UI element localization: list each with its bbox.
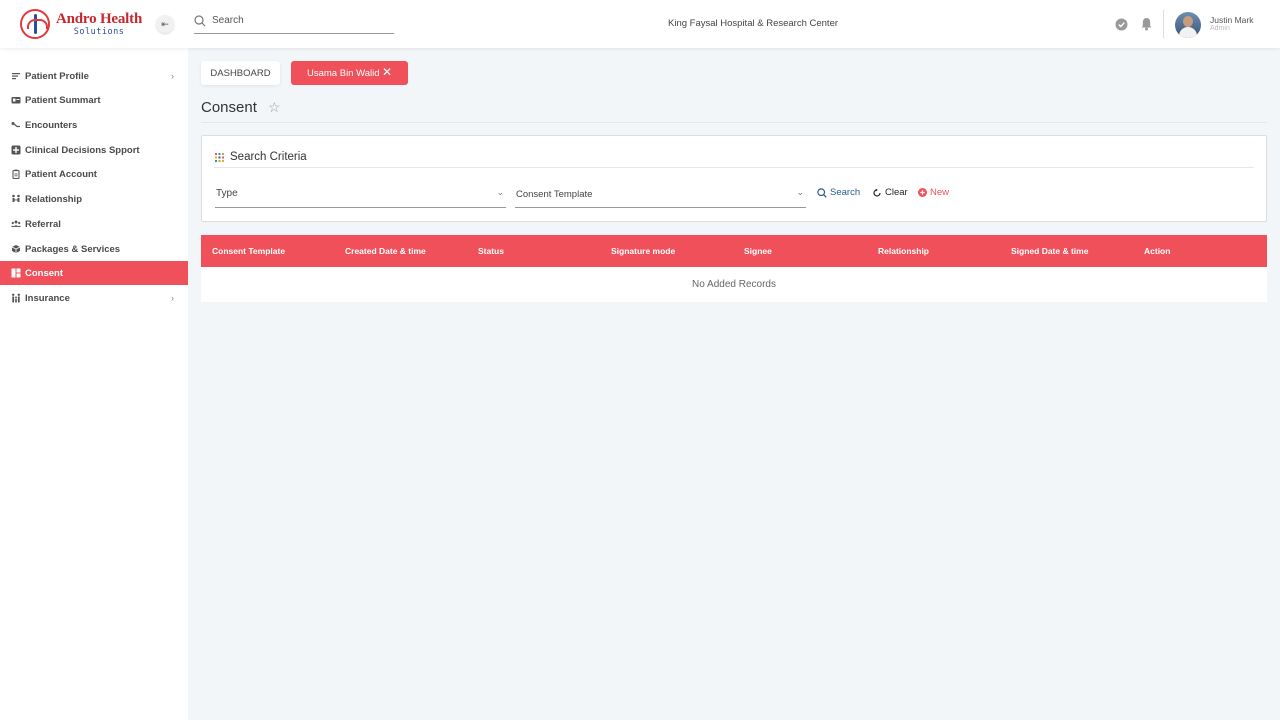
column-header[interactable]: Consent Template bbox=[212, 246, 285, 256]
clipboard-icon bbox=[11, 169, 21, 179]
people-link-icon bbox=[11, 194, 21, 204]
new-button[interactable]: New bbox=[918, 187, 949, 198]
clear-button[interactable]: Clear bbox=[872, 187, 908, 198]
star-icon[interactable]: ☆ bbox=[268, 99, 281, 116]
hospital-name: King Faysal Hospital & Research Center bbox=[668, 18, 839, 29]
search-criteria-panel: Search Criteria Type ⌄ Consent Template … bbox=[201, 135, 1267, 222]
grid-icon bbox=[11, 268, 21, 278]
chevron-down-icon: ⌄ bbox=[496, 187, 504, 197]
sidebar-item-consent[interactable]: Consent bbox=[0, 261, 188, 285]
tab-patient-label: Usama Bin Walid bbox=[307, 67, 380, 79]
bell-icon[interactable] bbox=[1138, 16, 1154, 32]
collapse-sidebar-icon[interactable]: ⇤ bbox=[156, 15, 174, 33]
sidebar-item-referral[interactable]: Referral bbox=[0, 212, 188, 236]
list-icon bbox=[11, 71, 21, 81]
sidebar-item-patient-profile[interactable]: Patient Profile › bbox=[0, 64, 188, 88]
sidebar-item-insurance[interactable]: Insurance › bbox=[0, 286, 188, 310]
search-button[interactable]: Search bbox=[817, 187, 860, 198]
plus-circle-icon bbox=[918, 188, 927, 197]
empty-state-message: No Added Records bbox=[692, 279, 776, 290]
sidebar-item-patient-account[interactable]: Patient Account bbox=[0, 162, 188, 186]
chevron-right-icon: › bbox=[171, 293, 174, 303]
close-icon[interactable]: ✕ bbox=[382, 66, 392, 78]
table-header: Consent Template Created Date & time Sta… bbox=[201, 235, 1267, 267]
sidebar-item-encounters[interactable]: Encounters bbox=[0, 113, 188, 137]
brand-logo[interactable]: Andro Health Solutions bbox=[20, 9, 142, 39]
type-select[interactable]: Type ⌄ bbox=[215, 181, 506, 208]
table-body: No Added Records bbox=[201, 267, 1267, 302]
sidebar-item-patient-summart[interactable]: Patient Summart bbox=[0, 88, 188, 112]
global-search[interactable] bbox=[194, 8, 394, 34]
medical-plus-icon bbox=[11, 145, 21, 155]
verified-badge-icon[interactable] bbox=[1113, 16, 1129, 32]
sidebar-item-relationship[interactable]: Relationship bbox=[0, 187, 188, 211]
sidebar-item-packages-services[interactable]: Packages & Services bbox=[0, 237, 188, 261]
user-avatar[interactable] bbox=[1175, 12, 1201, 38]
sidebar: Patient Profile › Patient Summart Encoun… bbox=[0, 48, 188, 720]
refresh-icon bbox=[872, 188, 882, 198]
chevron-right-icon: › bbox=[171, 71, 174, 81]
search-icon bbox=[194, 14, 206, 26]
brand-subtitle: Solutions bbox=[73, 26, 125, 37]
user-role: Admin bbox=[1210, 25, 1230, 32]
column-header[interactable]: Signature mode bbox=[611, 246, 675, 256]
search-criteria-title: Search Criteria bbox=[230, 151, 307, 163]
user-name[interactable]: Justin Mark bbox=[1210, 15, 1253, 25]
dots-grid-icon bbox=[215, 153, 224, 162]
sidebar-item-clinical-decisions[interactable]: Clinical Decisions Spport bbox=[0, 138, 188, 162]
chevron-down-icon: ⌄ bbox=[796, 187, 804, 197]
tab-dashboard[interactable]: DASHBOARD bbox=[201, 61, 280, 85]
column-header[interactable]: Action bbox=[1144, 246, 1170, 256]
column-header[interactable]: Status bbox=[478, 246, 504, 256]
id-card-icon bbox=[11, 95, 21, 105]
caduceus-logo-icon bbox=[20, 9, 50, 39]
column-header[interactable]: Signed Date & time bbox=[1011, 246, 1088, 256]
page-title: Consent bbox=[201, 99, 257, 116]
brand-title: Andro Health bbox=[56, 10, 143, 27]
top-header: Andro Health Solutions ⇤ King Faysal Hos… bbox=[0, 0, 1280, 48]
column-header[interactable]: Relationship bbox=[878, 246, 929, 256]
tab-patient[interactable]: Usama Bin Walid ✕ bbox=[291, 61, 408, 85]
route-icon bbox=[11, 120, 21, 130]
search-icon bbox=[817, 187, 827, 198]
search-input[interactable] bbox=[212, 15, 382, 26]
consent-table: Consent Template Created Date & time Sta… bbox=[201, 235, 1267, 302]
group-icon bbox=[11, 219, 21, 229]
column-header[interactable]: Signee bbox=[744, 246, 772, 256]
family-icon bbox=[11, 293, 21, 303]
column-header[interactable]: Created Date & time bbox=[345, 246, 426, 256]
box-icon bbox=[11, 244, 21, 254]
consent-template-select[interactable]: Consent Template ⌄ bbox=[515, 181, 806, 208]
